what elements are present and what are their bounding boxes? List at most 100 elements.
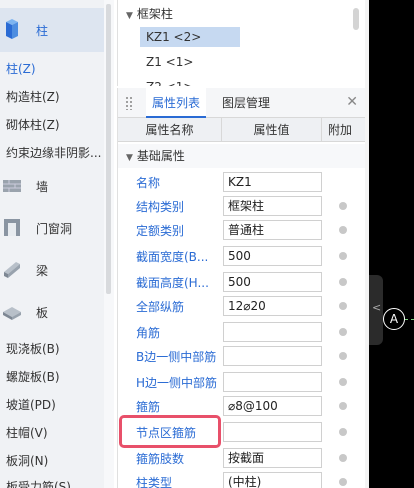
property-name: 箍筋	[136, 400, 161, 414]
nav-item-column[interactable]: 柱(Z)	[6, 60, 36, 77]
property-value-input[interactable]: 500	[223, 246, 322, 266]
property-value-input[interactable]	[223, 346, 322, 366]
chevron-left-icon: <	[372, 301, 382, 314]
nav-category-label: 板	[36, 306, 49, 320]
nav-item-constructional-column[interactable]: 构造柱(Z)	[6, 88, 60, 105]
property-name: 名称	[136, 176, 161, 190]
nav-item-masonry-column[interactable]: 砌体柱(Z)	[6, 116, 60, 133]
slab-icon	[3, 307, 21, 320]
nav-category-label: 柱	[36, 24, 49, 38]
component-tree: ▼框架柱 KZ1 <2> Z1 <1> Z2 <1>	[117, 0, 365, 86]
nav-item-column-cap[interactable]: 柱帽(V)	[6, 424, 48, 441]
property-name: 角筋	[136, 326, 161, 340]
tab-property-list[interactable]: 属性列表	[146, 88, 207, 118]
attach-checkbox[interactable]	[339, 328, 347, 336]
attach-checkbox[interactable]	[339, 252, 347, 260]
axis-line	[405, 319, 414, 320]
property-value-input[interactable]: 12⌀20	[223, 296, 322, 316]
property-row-corner-rebar: 角筋	[118, 320, 365, 344]
tree-node-kz1[interactable]: KZ1 <2>	[140, 27, 240, 47]
property-table-header: 属性名称 属性值 附加	[118, 118, 365, 142]
highlight-box	[119, 415, 221, 448]
property-name: 截面高度(H...	[136, 276, 209, 290]
property-row-all-rebar: 全部纵筋 12⌀20	[118, 294, 365, 318]
property-value-input[interactable]: ⌀8@100	[223, 396, 322, 416]
panel-collapse-handle[interactable]: <	[369, 275, 383, 345]
drawing-canvas[interactable]: < A	[369, 0, 414, 488]
attach-checkbox[interactable]	[339, 202, 347, 210]
property-row-b-side-rebar: B边一侧中部筋	[118, 344, 365, 368]
property-value-input[interactable]: (中柱)	[223, 472, 322, 488]
property-value-input[interactable]	[223, 372, 322, 392]
attach-checkbox[interactable]	[339, 428, 347, 436]
nav-category-beam[interactable]: 梁	[0, 248, 104, 292]
property-name: 全部纵筋	[136, 300, 185, 314]
property-row-h-side-rebar: H边一侧中部筋	[118, 370, 365, 394]
tab-layer-manager[interactable]: 图层管理	[216, 88, 276, 118]
tree-node-z2[interactable]: Z2 <1>	[140, 77, 199, 86]
attach-checkbox[interactable]	[339, 454, 347, 462]
property-name: 定额类别	[136, 224, 185, 238]
nav-category-column[interactable]: 柱	[0, 8, 104, 52]
header-property-value: 属性值	[222, 118, 322, 142]
property-group-basic[interactable]: ▼ 基础属性	[118, 144, 365, 168]
nav-item-edge-member[interactable]: 约束边缘非阴影...	[6, 144, 101, 161]
property-tabs: 属性列表 图层管理 ✕	[118, 88, 365, 118]
nav-scrollbar[interactable]	[104, 0, 114, 488]
property-value-input[interactable]: 按截面	[223, 448, 322, 468]
component-nav: 柱 柱(Z) 构造柱(Z) 砌体柱(Z) 约束边缘非阴影... 墙 门窗洞 梁	[0, 0, 114, 488]
property-value-input[interactable]: 普通柱	[223, 220, 322, 240]
nav-scrollbar-thumb[interactable]	[106, 4, 111, 294]
property-group-label: 基础属性	[136, 149, 185, 163]
property-value-input[interactable]: 框架柱	[223, 196, 322, 216]
attach-checkbox[interactable]	[339, 402, 347, 410]
nav-category-label: 墙	[36, 180, 49, 194]
column-icon	[6, 19, 18, 39]
nav-item-cast-slab[interactable]: 现浇板(B)	[6, 340, 60, 357]
property-name: B边一侧中部筋	[136, 350, 217, 364]
property-value-input[interactable]	[223, 322, 322, 342]
axis-label-bubble[interactable]: A	[383, 308, 405, 330]
property-row-stirrup-legs: 箍筋肢数 按截面	[118, 446, 365, 470]
close-icon[interactable]: ✕	[346, 94, 358, 110]
property-row-section-width: 截面宽度(B... 500	[118, 244, 365, 268]
property-row-section-height: 截面高度(H... 500	[118, 270, 365, 294]
nav-category-wall[interactable]: 墙	[0, 164, 104, 208]
attach-checkbox[interactable]	[339, 302, 347, 310]
header-attach: 附加	[328, 123, 353, 137]
attach-checkbox[interactable]	[339, 352, 347, 360]
tree-root-label: 框架柱	[136, 7, 173, 21]
header-property-name: 属性名称	[118, 118, 222, 142]
property-name: 箍筋肢数	[136, 452, 185, 466]
wall-icon	[3, 180, 21, 192]
property-row-quota-type: 定额类别 普通柱	[118, 218, 365, 242]
tree-root[interactable]: ▼ 框架柱	[126, 5, 173, 22]
nav-category-slab[interactable]: 板	[0, 290, 104, 334]
nav-item-slab-hole[interactable]: 板洞(N)	[6, 452, 48, 469]
property-value-input[interactable]: 500	[223, 272, 322, 292]
nav-item-slab-rebar[interactable]: 板受力筋(S)	[6, 478, 71, 488]
property-name: 截面宽度(B...	[136, 250, 209, 264]
attach-checkbox[interactable]	[339, 226, 347, 234]
property-row-name: 名称 KZ1	[118, 170, 365, 194]
property-name: 柱类型	[136, 476, 173, 488]
collapse-arrow-icon[interactable]: ▼	[126, 153, 133, 163]
property-value-input[interactable]: KZ1	[223, 172, 322, 192]
tree-node-z1[interactable]: Z1 <1>	[140, 52, 199, 72]
property-row-structure-type: 结构类别 框架柱	[118, 194, 365, 218]
tree-scrollbar-thumb[interactable]	[353, 8, 359, 30]
property-name: H边一侧中部筋	[136, 376, 218, 390]
property-value-input[interactable]	[223, 422, 322, 442]
attach-checkbox[interactable]	[339, 278, 347, 286]
expand-arrow-icon[interactable]: ▼	[126, 11, 133, 21]
attach-checkbox[interactable]	[339, 478, 347, 486]
property-row-column-type: 柱类型 (中柱)	[118, 470, 365, 488]
property-name: 结构类别	[136, 200, 185, 214]
door-window-icon	[4, 219, 20, 236]
nav-item-ramp[interactable]: 坡道(PD)	[6, 396, 56, 413]
beam-icon	[4, 262, 20, 278]
nav-item-spiral-slab[interactable]: 螺旋板(B)	[6, 368, 60, 385]
drag-grip-icon[interactable]	[125, 96, 133, 110]
attach-checkbox[interactable]	[339, 378, 347, 386]
nav-category-door-window[interactable]: 门窗洞	[0, 206, 104, 250]
